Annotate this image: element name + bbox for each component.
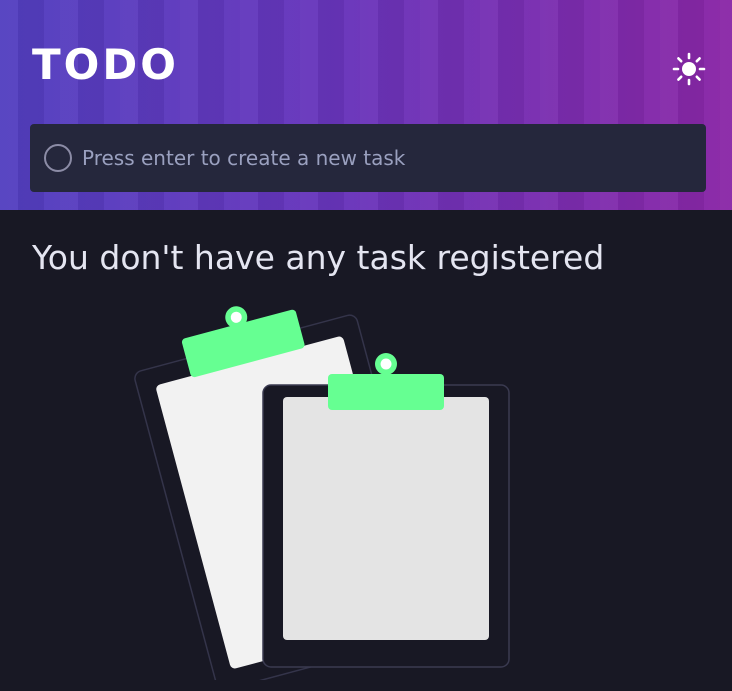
new-task-bar — [30, 124, 706, 192]
sun-icon — [672, 52, 706, 86]
header-banner: TODO — [0, 0, 732, 210]
clipboard-icon — [134, 306, 510, 680]
empty-state-message: You don't have any task registered — [32, 238, 605, 277]
todo-app: TODO You don't have any task — [0, 0, 732, 691]
app-title: TODO — [32, 40, 179, 89]
theme-toggle-button[interactable] — [672, 52, 706, 86]
new-task-input[interactable] — [82, 138, 706, 178]
complete-circle-icon[interactable] — [44, 144, 72, 172]
